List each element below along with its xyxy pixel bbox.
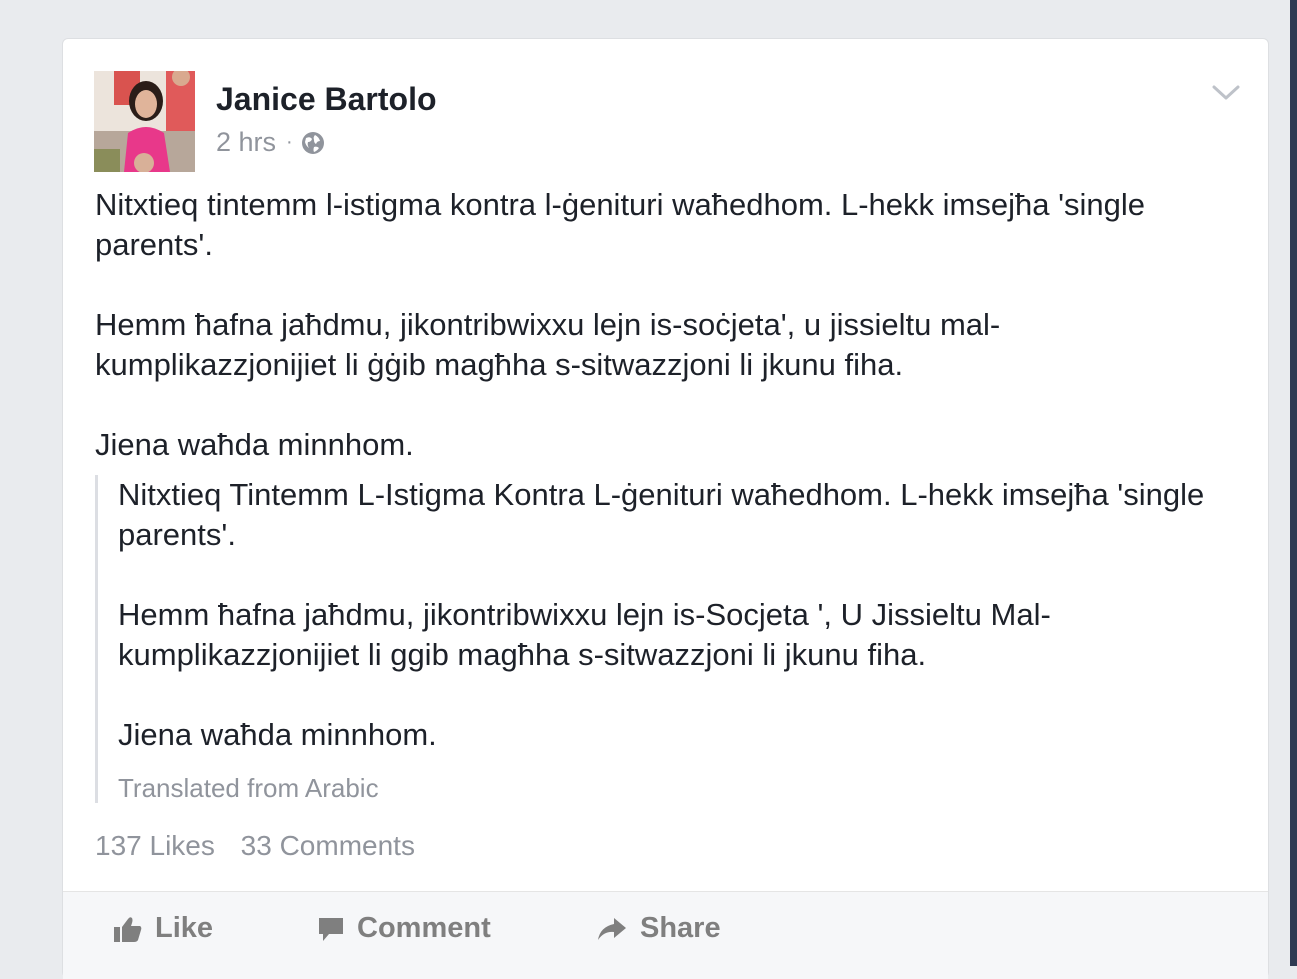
thumbs-up-icon (114, 916, 142, 942)
speech-bubble-icon (319, 917, 343, 941)
author-name[interactable]: Janice Bartolo (216, 81, 437, 118)
share-label: Share (640, 912, 721, 944)
post-card: Janice Bartolo 2 hrs · Nitxtieq tintemm … (62, 38, 1269, 979)
post-meta: 2 hrs · (216, 127, 325, 158)
translation-text: Nitxtieq Tintemm L-Istigma Kontra L-ġeni… (118, 475, 1235, 755)
comment-button[interactable]: Comment (317, 912, 491, 945)
right-edge-bar (1290, 0, 1297, 966)
translation-paragraph: Jiena waħda minnhom. (118, 717, 437, 752)
like-label: Like (155, 912, 214, 944)
post-paragraph: Nitxtieq tintemm l-istigma kontra l-ġeni… (95, 187, 1146, 262)
comments-count[interactable]: 33 Comments (241, 830, 415, 861)
like-button[interactable]: Like (113, 912, 213, 945)
share-button[interactable]: Share (596, 912, 721, 945)
share-arrow-icon (598, 917, 626, 940)
comment-label: Comment (357, 912, 491, 944)
chevron-down-icon[interactable] (1211, 83, 1241, 103)
avatar[interactable] (94, 71, 195, 172)
post-paragraph: Jiena waħda minnhom. (95, 427, 414, 462)
translated-from-label[interactable]: Translated from Arabic (118, 773, 1235, 804)
avatar-photo (94, 71, 195, 172)
meta-separator: · (286, 131, 293, 153)
translation-paragraph: Nitxtieq Tintemm L-Istigma Kontra L-ġeni… (118, 477, 1205, 552)
globe-icon (301, 131, 324, 154)
post-timestamp[interactable]: 2 hrs (216, 127, 276, 158)
likes-count[interactable]: 137 Likes (95, 830, 215, 861)
post-paragraph: Hemm ħafna jaħdmu, jikontribwixxu lejn i… (95, 307, 1001, 382)
translation-paragraph: Hemm ħafna jaħdmu, jikontribwixxu lejn i… (118, 597, 1051, 672)
engagement-stats: 137 Likes 33 Comments (95, 830, 415, 862)
post-body: Nitxtieq tintemm l-istigma kontra l-ġeni… (95, 185, 1215, 465)
translation-block: Nitxtieq Tintemm L-Istigma Kontra L-ġeni… (95, 475, 1235, 803)
